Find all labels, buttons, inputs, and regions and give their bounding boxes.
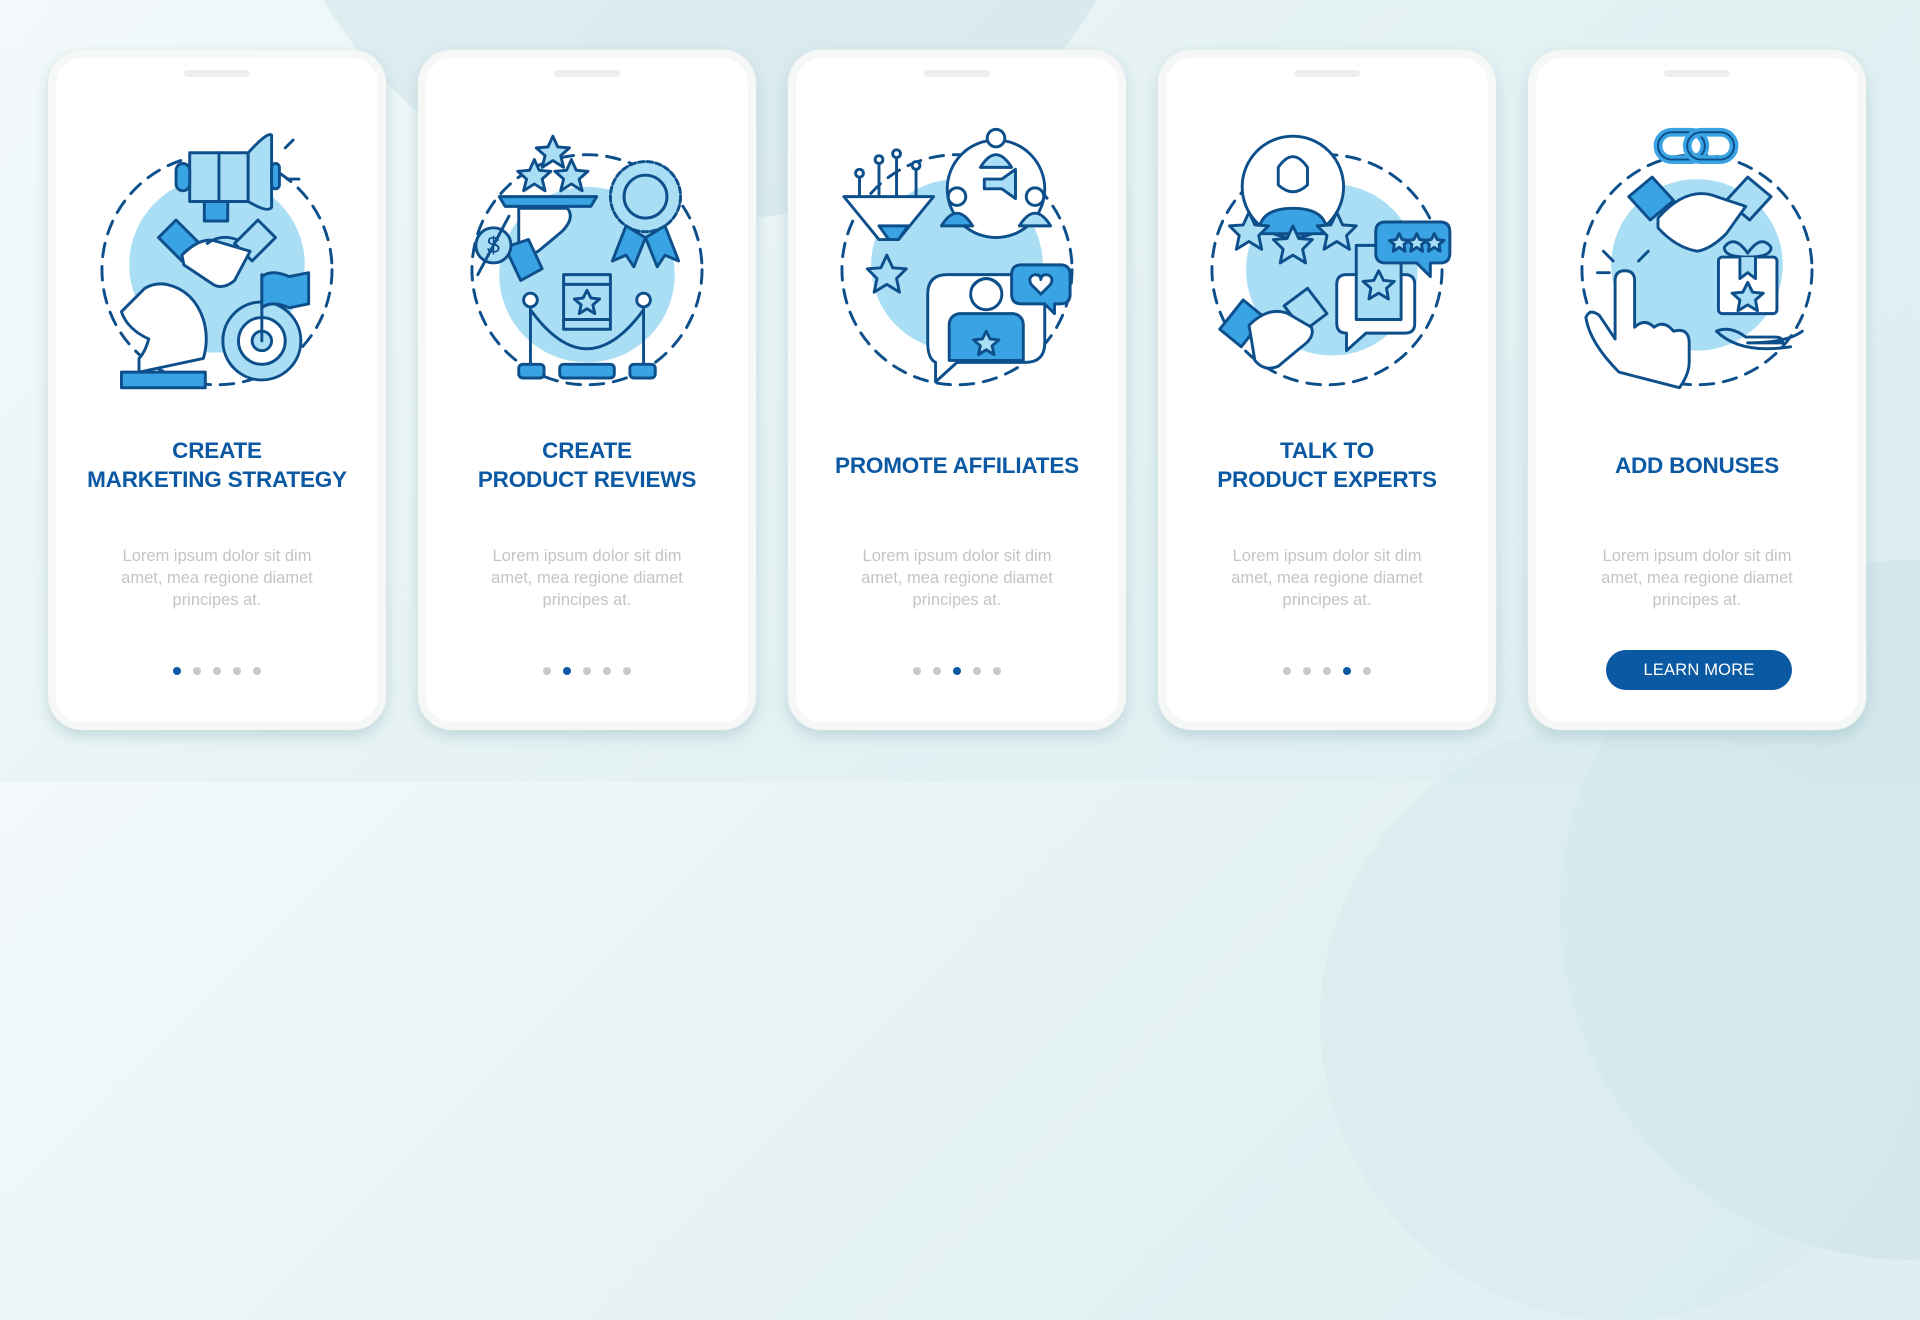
description-line: Lorem ipsum dolor sit dim (1602, 547, 1792, 565)
pagination-dot-1[interactable] (913, 667, 921, 675)
description-line: Lorem ipsum dolor sit dim (122, 547, 312, 565)
pagination-dot-2[interactable] (193, 667, 201, 675)
background-shape (1320, 720, 1920, 1320)
onboarding-screens: CREATE MARKETING STRATEGY Lorem ipsum do… (48, 50, 1866, 730)
description-line: principes at. (542, 591, 632, 609)
phone-notch (554, 70, 620, 77)
add-bonuses-icon (1580, 127, 1814, 392)
pagination-dot-4[interactable] (603, 667, 611, 675)
title-line: TALK TO (1279, 438, 1374, 463)
description-line: principes at. (1282, 591, 1372, 609)
pagination-dot-3[interactable] (213, 667, 221, 675)
title-line: CREATE (172, 438, 262, 463)
title-line: PRODUCT REVIEWS (477, 467, 697, 492)
description-line: amet, mea regione diamet (1231, 569, 1423, 587)
phone-notch (184, 70, 250, 77)
title-line: PRODUCT EXPERTS (1217, 467, 1437, 492)
title-line: CREATE (542, 438, 632, 463)
pagination-dot-2[interactable] (1303, 667, 1311, 675)
pagination-dot-4[interactable] (1343, 667, 1351, 675)
screen-description: Lorem ipsum dolor sit dim amet, mea regi… (836, 545, 1078, 611)
onboarding-screen-promote-affiliates: PROMOTE AFFILIATES Lorem ipsum dolor sit… (788, 50, 1126, 730)
screen-title: CREATE PRODUCT REVIEWS (426, 436, 748, 494)
marketing-strategy-icon (100, 128, 334, 392)
phone-notch (924, 70, 990, 77)
description-line: Lorem ipsum dolor sit dim (1232, 547, 1422, 565)
pagination-dot-2[interactable] (933, 667, 941, 675)
pagination-dot-4[interactable] (233, 667, 241, 675)
pagination-dot-3[interactable] (1323, 667, 1331, 675)
description-line: amet, mea regione diamet (491, 569, 683, 587)
description-line: amet, mea regione diamet (861, 569, 1053, 587)
title-line: ADD BONUSES (1614, 452, 1780, 478)
screen-description: Lorem ipsum dolor sit dim amet, mea regi… (96, 545, 338, 611)
screen-title: TALK TO PRODUCT EXPERTS (1166, 436, 1488, 494)
pagination-dot-5[interactable] (993, 667, 1001, 675)
description-line: amet, mea regione diamet (121, 569, 313, 587)
screen-title: CREATE MARKETING STRATEGY (56, 436, 378, 494)
screen-title: ADD BONUSES (1536, 436, 1858, 494)
description-line: Lorem ipsum dolor sit dim (862, 547, 1052, 565)
pagination-dot-1[interactable] (543, 667, 551, 675)
pagination-dot-5[interactable] (623, 667, 631, 675)
onboarding-screen-marketing-strategy: CREATE MARKETING STRATEGY Lorem ipsum do… (48, 50, 386, 730)
title-line: PROMOTE AFFILIATES (835, 452, 1079, 478)
product-reviews-icon: $ (470, 128, 704, 392)
pagination-dots (56, 667, 378, 675)
pagination-dot-1[interactable] (1283, 667, 1291, 675)
description-line: principes at. (1652, 591, 1742, 609)
pagination-dots (796, 667, 1118, 675)
title-line: MARKETING STRATEGY (87, 467, 347, 492)
description-line: Lorem ipsum dolor sit dim (492, 547, 682, 565)
pagination-dot-4[interactable] (973, 667, 981, 675)
description-line: amet, mea regione diamet (1601, 569, 1793, 587)
phone-notch (1664, 70, 1730, 77)
pagination-dot-3[interactable] (953, 667, 961, 675)
screen-description: Lorem ipsum dolor sit dim amet, mea regi… (466, 545, 708, 611)
product-experts-icon (1210, 128, 1452, 392)
onboarding-screen-add-bonuses: ADD BONUSES Lorem ipsum dolor sit dim am… (1528, 50, 1866, 730)
screen-description: Lorem ipsum dolor sit dim amet, mea regi… (1576, 545, 1818, 611)
pagination-dot-5[interactable] (253, 667, 261, 675)
phone-notch (1294, 70, 1360, 77)
description-line: principes at. (172, 591, 262, 609)
onboarding-screen-product-reviews: $ CREATE PRODUCT REVIEWS Lorem ipsum dol… (418, 50, 756, 730)
screen-title: PROMOTE AFFILIATES (796, 436, 1118, 494)
promote-affiliates-icon (840, 127, 1074, 392)
pagination-dot-1[interactable] (173, 667, 181, 675)
learn-more-button[interactable]: LEARN MORE (1606, 650, 1792, 690)
pagination-dot-5[interactable] (1363, 667, 1371, 675)
pagination-dot-2[interactable] (563, 667, 571, 675)
screen-description: Lorem ipsum dolor sit dim amet, mea regi… (1206, 545, 1448, 611)
pagination-dot-3[interactable] (583, 667, 591, 675)
description-line: principes at. (912, 591, 1002, 609)
onboarding-screen-product-experts: TALK TO PRODUCT EXPERTS Lorem ipsum dolo… (1158, 50, 1496, 730)
pagination-dots (426, 667, 748, 675)
pagination-dots (1166, 667, 1488, 675)
